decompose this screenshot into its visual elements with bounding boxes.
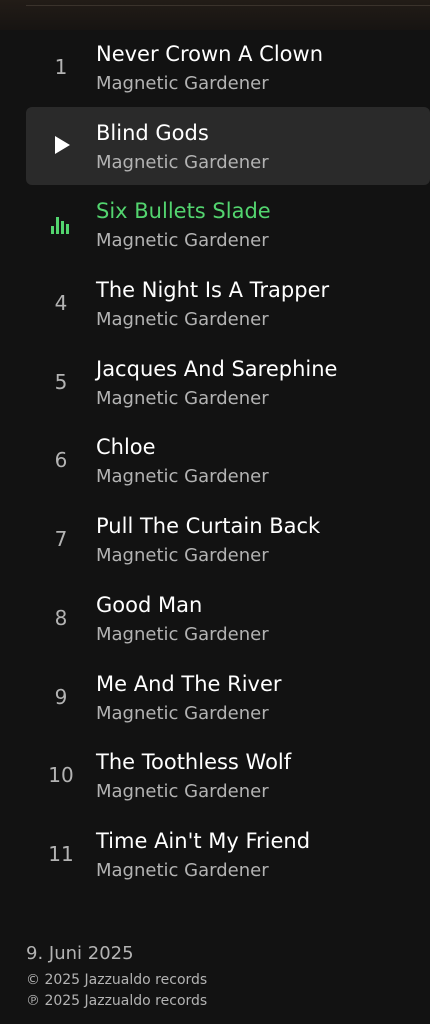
track-number: 1 bbox=[54, 55, 68, 79]
track-row[interactable]: 8 Good Man Magnetic Gardener bbox=[0, 579, 430, 658]
track-row[interactable]: 9 Me And The River Magnetic Gardener bbox=[0, 658, 430, 737]
track-title: Blind Gods bbox=[96, 120, 209, 145]
track-title: Me And The River bbox=[96, 671, 282, 696]
equalizer-bar bbox=[66, 224, 69, 235]
track-number: 8 bbox=[54, 605, 68, 630]
track-title: Good Man bbox=[96, 592, 203, 617]
equalizer-bar bbox=[56, 217, 59, 235]
track-title: Never Crown A Clown bbox=[96, 42, 324, 66]
track-artist[interactable]: Magnetic Gardener bbox=[96, 309, 269, 330]
track-artist[interactable]: Magnetic Gardener bbox=[96, 73, 269, 94]
track-row[interactable]: 10 The Toothless Wolf Magnetic Gardener bbox=[0, 736, 430, 815]
track-row[interactable]: Six Bullets Slade Magnetic Gardener bbox=[0, 185, 430, 264]
track-row[interactable]: 7 Pull The Curtain Back Magnetic Gardene… bbox=[0, 500, 430, 579]
track-title: Chloe bbox=[96, 435, 156, 460]
track-row[interactable]: Blind Gods Magnetic Gardener bbox=[26, 106, 430, 186]
track-artist[interactable]: Magnetic Gardener bbox=[96, 545, 269, 566]
equalizer-icon bbox=[51, 214, 71, 235]
track-artist[interactable]: Magnetic Gardener bbox=[96, 230, 269, 251]
equalizer-bar bbox=[61, 221, 64, 235]
track-artist[interactable]: Magnetic Gardener bbox=[96, 152, 269, 173]
equalizer-bar bbox=[51, 226, 54, 235]
track-row[interactable]: 4 The Night Is A Trapper Magnetic Garden… bbox=[0, 264, 430, 343]
track-title: The Night Is A Trapper bbox=[96, 278, 330, 303]
track-row[interactable]: 5 Jacques And Sarephine Magnetic Gardene… bbox=[0, 343, 430, 422]
track-number: 4 bbox=[54, 291, 68, 316]
track-number: 5 bbox=[54, 369, 68, 394]
track-title: Jacques And Sarephine bbox=[96, 356, 338, 381]
track-title: Time Ain't My Friend bbox=[96, 828, 311, 853]
album-footer: 9. Juni 2025 © 2025 Jazzualdo records ℗ … bbox=[26, 943, 207, 1012]
track-number: 7 bbox=[54, 527, 68, 552]
header-fade bbox=[0, 0, 430, 30]
play-icon[interactable] bbox=[55, 135, 70, 154]
track-title: The Toothless Wolf bbox=[96, 750, 292, 775]
track-number: 11 bbox=[48, 841, 74, 866]
track-row[interactable]: 1 Never Crown A Clown Magnetic Gardener bbox=[0, 28, 430, 107]
track-row[interactable]: 6 Chloe Magnetic Gardener bbox=[0, 421, 430, 500]
track-number: 10 bbox=[48, 763, 74, 788]
track-artist[interactable]: Magnetic Gardener bbox=[96, 703, 269, 724]
track-artist[interactable]: Magnetic Gardener bbox=[96, 466, 269, 487]
copyright-text: © 2025 Jazzualdo records bbox=[26, 972, 208, 988]
divider bbox=[26, 5, 430, 6]
track-title: Six Bullets Slade bbox=[96, 199, 271, 224]
track-number: 6 bbox=[54, 448, 68, 473]
track-artist[interactable]: Magnetic Gardener bbox=[96, 388, 269, 409]
track-artist[interactable]: Magnetic Gardener bbox=[96, 624, 269, 645]
release-date: 9. Juni 2025 bbox=[26, 943, 134, 964]
track-artist[interactable]: Magnetic Gardener bbox=[96, 860, 269, 881]
track-list: 1 Never Crown A Clown Magnetic Gardener … bbox=[0, 28, 430, 894]
track-artist[interactable]: Magnetic Gardener bbox=[96, 781, 269, 802]
track-row[interactable]: 11 Time Ain't My Friend Magnetic Gardene… bbox=[0, 815, 430, 894]
track-number: 9 bbox=[54, 684, 68, 709]
phonographic-copyright-text: ℗ 2025 Jazzualdo records bbox=[26, 993, 208, 1009]
track-title: Pull The Curtain Back bbox=[96, 514, 321, 539]
